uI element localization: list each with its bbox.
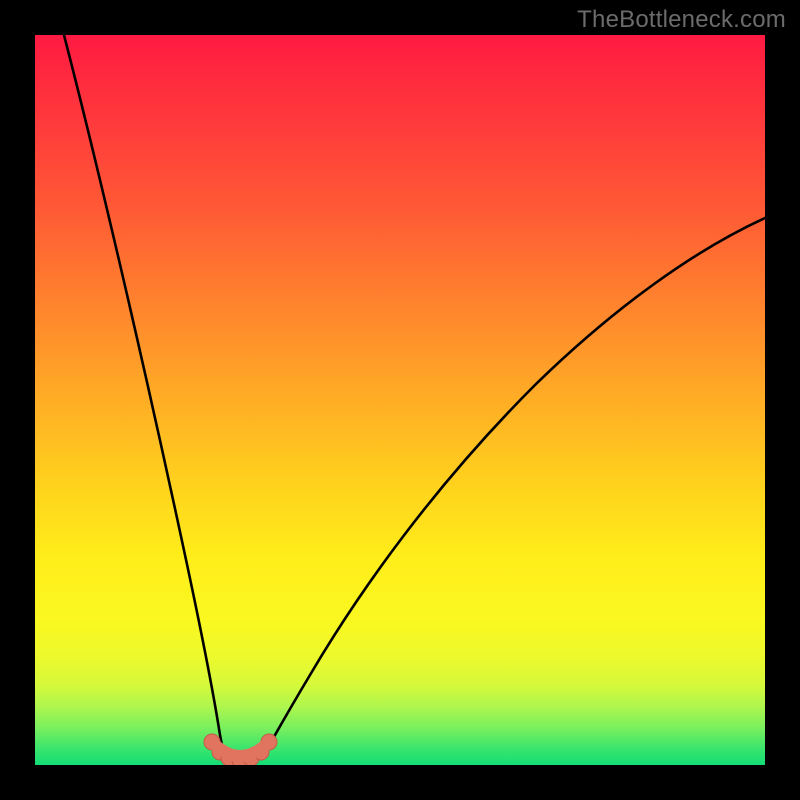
valley-connector — [212, 742, 269, 756]
watermark-text: TheBottleneck.com — [577, 6, 786, 34]
left-curve — [64, 35, 225, 759]
plot-area — [35, 35, 765, 765]
chart-svg — [35, 35, 765, 765]
right-curve — [261, 218, 765, 759]
chart-stage: TheBottleneck.com — [0, 0, 800, 800]
